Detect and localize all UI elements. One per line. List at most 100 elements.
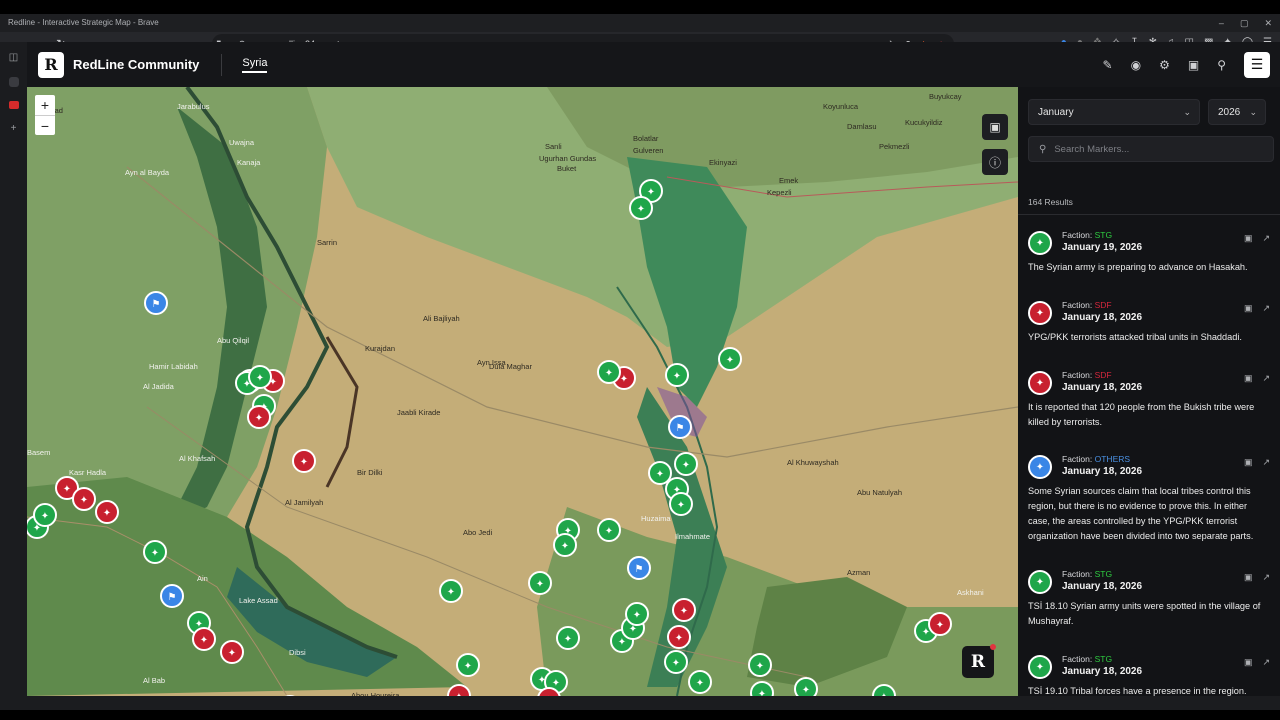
map-marker-stg[interactable]: ✦ bbox=[669, 492, 693, 516]
map-marker-stg[interactable]: ✦ bbox=[553, 533, 577, 557]
redline-watermark-logo[interactable]: R bbox=[962, 644, 996, 678]
map-canvas[interactable]: BuyukcayTelxatadBolatlarGulverenSanliUgu… bbox=[27, 87, 1018, 696]
sidebar-panel-icon[interactable]: ◫ bbox=[9, 52, 18, 63]
pin-icon[interactable]: ◉ bbox=[1131, 58, 1141, 72]
month-select[interactable]: January ⌄ bbox=[1028, 99, 1200, 125]
map-marker-stg[interactable]: ✦ bbox=[143, 540, 167, 564]
marker-glyph-icon: ⚑ bbox=[635, 564, 644, 575]
map-marker-stg[interactable]: ✦ bbox=[688, 670, 712, 694]
feed-item[interactable]: ✦ Faction: STG January 18, 2026 ▣ ↗ TSİ 19.10… bbox=[1018, 647, 1280, 696]
video-icon[interactable]: ▣ bbox=[1244, 657, 1253, 668]
faction-name: SDF bbox=[1094, 370, 1112, 380]
map-marker-stg[interactable]: ✦ bbox=[625, 602, 649, 626]
header-actions: ✎ ◉ ⚙ ▣ ⚲ ☰ bbox=[1103, 51, 1270, 78]
event-date: January 19, 2026 bbox=[1062, 242, 1143, 253]
map-marker-stg[interactable]: ✦ bbox=[664, 650, 688, 674]
map-view[interactable]: BuyukcayTelxatadBolatlarGulverenSanliUgu… bbox=[27, 87, 1018, 696]
map-place-label: Ugurhan Gundas bbox=[539, 154, 596, 163]
map-marker-stg[interactable]: ✦ bbox=[456, 653, 480, 677]
marker-glyph-icon: ✦ bbox=[696, 678, 704, 689]
map-marker-stg[interactable]: ✦ bbox=[33, 503, 57, 527]
video-icon[interactable]: ▣ bbox=[1244, 303, 1253, 314]
map-marker-stg[interactable]: ✦ bbox=[674, 452, 698, 476]
map-marker-others[interactable]: ⚑ bbox=[668, 415, 692, 439]
feed-item[interactable]: ✦ Faction: SDF January 18, 2026 ▣ ↗ It is rep… bbox=[1018, 363, 1280, 447]
map-marker-stg[interactable]: ✦ bbox=[528, 571, 552, 595]
map-marker-sdf[interactable]: ✦ bbox=[928, 612, 952, 636]
zoom-in-button[interactable]: + bbox=[35, 95, 55, 115]
camera-icon[interactable]: ▣ bbox=[1188, 58, 1199, 72]
menu-icon[interactable]: ☰ bbox=[1244, 51, 1270, 78]
browser-sidebar: ◫ + bbox=[0, 42, 27, 696]
map-marker-sdf[interactable]: ✦ bbox=[292, 449, 316, 473]
external-link-icon[interactable]: ↗ bbox=[1262, 373, 1270, 384]
map-marker-stg[interactable]: ✦ bbox=[748, 653, 772, 677]
youtube-icon[interactable] bbox=[8, 101, 19, 109]
map-marker-stg[interactable]: ✦ bbox=[439, 579, 463, 603]
map-place-label: Al Khafsah bbox=[179, 454, 215, 463]
map-marker-sdf[interactable]: ✦ bbox=[672, 598, 696, 622]
map-marker-stg[interactable]: ✦ bbox=[750, 681, 774, 696]
feed-item[interactable]: ✦ Faction: STG January 19, 2026 ▣ ↗ The Syria… bbox=[1018, 223, 1280, 293]
redline-logo[interactable]: R bbox=[38, 51, 64, 78]
video-icon[interactable]: ▣ bbox=[1244, 373, 1253, 384]
close-button[interactable]: ✕ bbox=[1264, 14, 1272, 32]
map-marker-stg[interactable]: ✦ bbox=[648, 461, 672, 485]
external-link-icon[interactable]: ↗ bbox=[1262, 233, 1270, 244]
title-bar: Redline - Interactive Strategic Map - Br… bbox=[0, 14, 1280, 32]
feed-item[interactable]: ✦ Faction: SDF January 18, 2026 ▣ ↗ YPG/PKK t… bbox=[1018, 293, 1280, 363]
map-marker-sdf[interactable]: ✦ bbox=[72, 487, 96, 511]
external-link-icon[interactable]: ↗ bbox=[1262, 572, 1270, 583]
pencil-icon[interactable]: ✎ bbox=[1103, 58, 1113, 72]
map-marker-others[interactable]: ⚑ bbox=[160, 584, 184, 608]
feed-item-header: ✦ Faction: OTHERS January 18, 2026 bbox=[1028, 453, 1270, 479]
map-marker-stg[interactable]: ✦ bbox=[597, 360, 621, 384]
map-marker-stg[interactable]: ✦ bbox=[597, 518, 621, 542]
event-text: The Syrian army is preparing to advance … bbox=[1028, 262, 1248, 272]
tab-syria[interactable]: Syria bbox=[242, 57, 268, 73]
year-select[interactable]: 2026 ⌄ bbox=[1208, 99, 1266, 125]
external-link-icon[interactable]: ↗ bbox=[1262, 303, 1270, 314]
map-place-label: Sanli bbox=[545, 142, 562, 151]
map-marker-others[interactable]: ⚑ bbox=[144, 291, 168, 315]
map-place-label: Uwajna bbox=[229, 138, 255, 147]
search-icon[interactable]: ⚲ bbox=[1217, 58, 1226, 72]
map-marker-stg[interactable]: ✦ bbox=[794, 677, 818, 696]
feed-item[interactable]: ✦ Faction: STG January 18, 2026 ▣ ↗ TSİ 18.10… bbox=[1018, 562, 1280, 647]
video-icon[interactable]: ▣ bbox=[1244, 457, 1253, 468]
zoom-out-button[interactable]: − bbox=[35, 115, 55, 135]
map-marker-others[interactable]: ⚑ bbox=[627, 556, 651, 580]
map-layers-icon[interactable]: ▣ bbox=[982, 114, 1008, 140]
info-icon[interactable]: ⓘ bbox=[982, 149, 1008, 175]
minimize-button[interactable]: – bbox=[1219, 14, 1224, 32]
map-place-label: Jarabulus bbox=[177, 102, 210, 111]
external-link-icon[interactable]: ↗ bbox=[1262, 657, 1270, 668]
sidebar-app-icon[interactable] bbox=[8, 77, 19, 87]
map-marker-stg[interactable]: ✦ bbox=[718, 347, 742, 371]
brand-name[interactable]: RedLine Community bbox=[73, 57, 199, 72]
map-marker-sdf[interactable]: ✦ bbox=[667, 625, 691, 649]
map-marker-sdf[interactable]: ✦ bbox=[95, 500, 119, 524]
map-marker-sdf[interactable]: ✦ bbox=[220, 640, 244, 664]
external-link-icon[interactable]: ↗ bbox=[1262, 457, 1270, 468]
month-value: January bbox=[1038, 106, 1074, 118]
video-icon[interactable]: ▣ bbox=[1244, 233, 1253, 244]
map-marker-stg[interactable]: ✦ bbox=[556, 626, 580, 650]
add-icon[interactable]: + bbox=[11, 123, 17, 134]
map-marker-sdf[interactable]: ✦ bbox=[192, 627, 216, 651]
map-marker-sdf[interactable]: ✦ bbox=[247, 405, 271, 429]
map-marker-stg[interactable]: ✦ bbox=[665, 363, 689, 387]
marker-search-input[interactable]: ⚲ Search Markers... bbox=[1028, 136, 1274, 162]
video-icon[interactable]: ▣ bbox=[1244, 572, 1253, 583]
map-marker-stg[interactable]: ✦ bbox=[248, 365, 272, 389]
map-place-label: Sarrin bbox=[317, 238, 337, 247]
map-marker-stg[interactable]: ✦ bbox=[629, 196, 653, 220]
event-date: January 18, 2026 bbox=[1062, 666, 1143, 677]
maximize-button[interactable]: ▢ bbox=[1240, 14, 1249, 32]
map-place-label: Ekinyazi bbox=[709, 158, 737, 167]
feed-item-meta: Faction: STG January 19, 2026 bbox=[1062, 229, 1142, 255]
app-header: R RedLine Community Syria ✎ ◉ ⚙ ▣ ⚲ ☰ bbox=[27, 42, 1280, 87]
search-placeholder: Search Markers... bbox=[1054, 143, 1130, 155]
gear-icon[interactable]: ⚙ bbox=[1159, 58, 1170, 72]
feed-item[interactable]: ✦ Faction: OTHERS January 18, 2026 ▣ ↗ Some S… bbox=[1018, 447, 1280, 562]
